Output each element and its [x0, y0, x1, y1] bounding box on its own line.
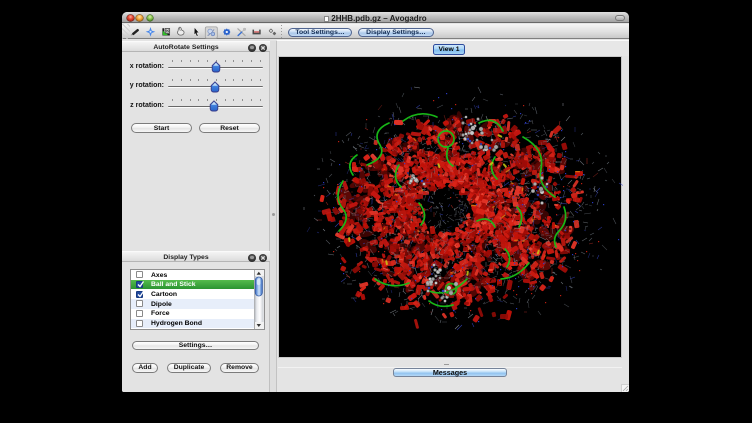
svg-text:90: 90 — [166, 29, 170, 33]
